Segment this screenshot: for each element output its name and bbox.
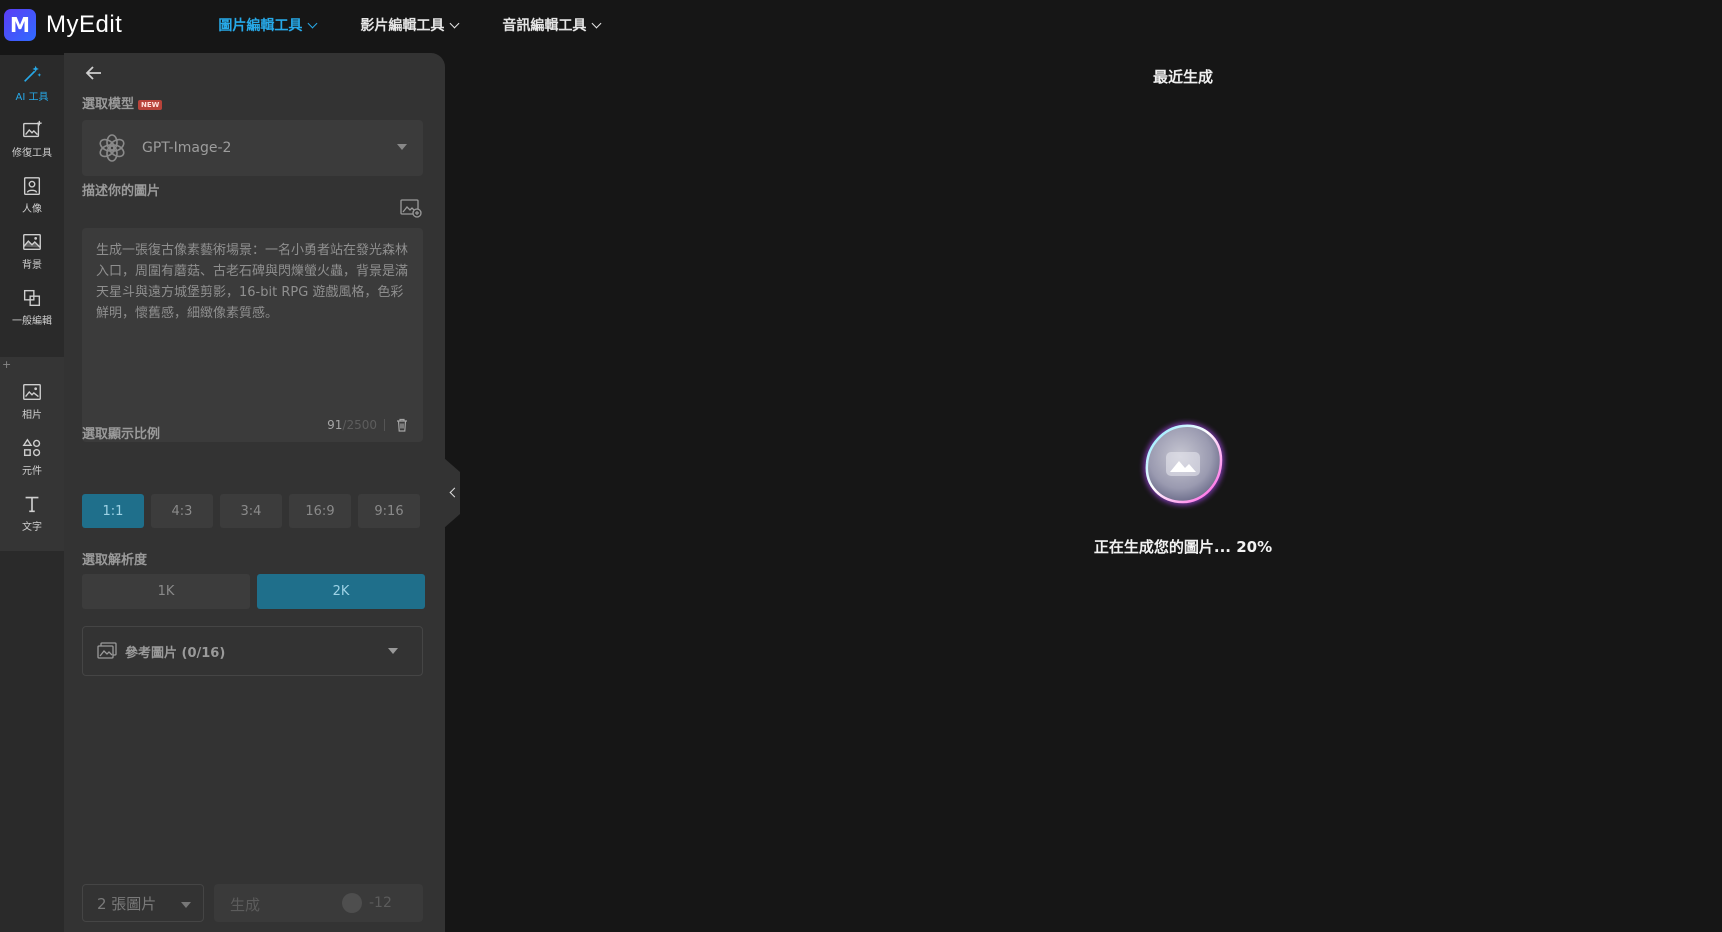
background-icon bbox=[23, 233, 41, 251]
rail-item-ai-tools[interactable]: AI 工具 bbox=[0, 55, 64, 111]
rail-item-background[interactable]: 背景 bbox=[0, 223, 64, 279]
settings-panel: 選取模型 NEW GPT-Image-2 描述你的圖片 生成一張復古像素藝術場景：… bbox=[64, 53, 445, 932]
text-icon bbox=[25, 496, 39, 513]
rail-label-general-edit: 一般編輯 bbox=[12, 316, 52, 327]
ratio-3-4-button[interactable]: 3:4 bbox=[220, 494, 282, 528]
shapes-icon bbox=[22, 438, 41, 457]
nav-image-tools-label: 圖片編輯工具 bbox=[218, 18, 303, 34]
resolution-1k-button[interactable]: 1K bbox=[82, 574, 250, 609]
image-repair-icon bbox=[23, 120, 42, 138]
rail-label-ai-tools: AI 工具 bbox=[15, 92, 49, 103]
resolution-section-title: 選取解析度 bbox=[82, 553, 148, 568]
rail-plus-marker: + bbox=[2, 358, 12, 371]
portrait-icon bbox=[23, 177, 41, 195]
ratio-9-16-button[interactable]: 9:16 bbox=[358, 494, 420, 528]
caret-down-icon bbox=[388, 648, 398, 654]
generating-image-icon bbox=[1144, 423, 1224, 505]
nav-video-tools-label: 影片編輯工具 bbox=[360, 18, 445, 34]
prompt-section-title: 描述你的圖片 bbox=[82, 184, 161, 199]
caret-down-icon bbox=[181, 902, 191, 908]
gallery-icon bbox=[97, 642, 117, 659]
credit-coin-icon bbox=[342, 893, 362, 913]
nav-image-tools[interactable]: 圖片編輯工具 bbox=[218, 15, 318, 35]
char-count-value: 91 bbox=[327, 418, 343, 432]
myedit-logo-icon: M bbox=[4, 9, 36, 41]
rail-label-background: 背景 bbox=[22, 260, 42, 271]
rail-item-general-edit[interactable]: 一般編輯 bbox=[0, 279, 64, 335]
reference-images-dropdown[interactable]: 參考圖片 (0/16) bbox=[82, 626, 423, 676]
crop-icon bbox=[23, 289, 41, 307]
model-dropdown[interactable]: GPT-Image-2 bbox=[82, 120, 423, 176]
nav-audio-tools-label: 音訊編輯工具 bbox=[502, 18, 587, 34]
model-section-label: 選取模型 bbox=[82, 97, 135, 112]
model-name: GPT-Image-2 bbox=[142, 140, 232, 156]
ratio-16-9-button[interactable]: 16:9 bbox=[289, 494, 351, 528]
credit-cost: -12 bbox=[369, 895, 392, 911]
image-count-label: 2 張圖片 bbox=[97, 894, 157, 913]
nav-audio-tools[interactable]: 音訊編輯工具 bbox=[502, 15, 602, 35]
rail-item-repair[interactable]: 修復工具 bbox=[0, 111, 64, 167]
tool-rail: + AI 工具 修復工具 人像 背景 一般編輯 相片 元件 文字 bbox=[0, 55, 64, 932]
back-arrow-icon[interactable] bbox=[84, 63, 104, 83]
top-navbar: M MyEdit 圖片編輯工具 影片編輯工具 音訊編輯工具 bbox=[0, 0, 1722, 50]
char-count-max: /2500 bbox=[342, 418, 377, 432]
recent-generations-title: 最近生成 bbox=[1152, 68, 1213, 86]
rail-item-photo[interactable]: 相片 bbox=[0, 373, 64, 429]
app-logo[interactable]: M MyEdit bbox=[4, 9, 122, 41]
resolution-2k-button[interactable]: 2K bbox=[257, 574, 425, 609]
resolution-options: 1K 2K bbox=[82, 574, 425, 609]
generate-label: 生成 bbox=[230, 896, 261, 914]
rail-label-repair: 修復工具 bbox=[12, 148, 52, 159]
image-count-dropdown[interactable]: 2 張圖片 bbox=[82, 884, 204, 922]
reference-images-label: 參考圖片 (0/16) bbox=[125, 645, 226, 661]
prompt-textarea[interactable]: 生成一張復古像素藝術場景：一名小勇者站在發光森林入口，周圍有蘑菇、古老石碑與閃爍… bbox=[82, 228, 423, 442]
counter-divider bbox=[384, 419, 385, 431]
prompt-text: 生成一張復古像素藝術場景：一名小勇者站在發光森林入口，周圍有蘑菇、古老石碑與閃爍… bbox=[96, 243, 409, 321]
char-counter: 91/2500 bbox=[327, 418, 377, 432]
generation-progress-text: 正在生成您的圖片... 20% bbox=[1093, 538, 1273, 556]
rail-label-elements: 元件 bbox=[22, 466, 42, 477]
new-badge: NEW bbox=[138, 99, 163, 110]
trash-icon[interactable] bbox=[395, 418, 409, 432]
photo-icon bbox=[23, 383, 41, 401]
rail-label-photo: 相片 bbox=[22, 410, 42, 421]
chevron-down-icon bbox=[591, 18, 602, 28]
rail-item-elements[interactable]: 元件 bbox=[0, 429, 64, 485]
magic-wand-icon bbox=[24, 65, 42, 82]
ratio-4-3-button[interactable]: 4:3 bbox=[151, 494, 213, 528]
ratio-1-1-button[interactable]: 1:1 bbox=[82, 494, 144, 528]
rail-label-text: 文字 bbox=[22, 522, 42, 533]
chevron-down-icon bbox=[307, 18, 318, 28]
app-name: MyEdit bbox=[46, 11, 123, 38]
chevron-down-icon bbox=[449, 18, 460, 28]
main-nav: 圖片編輯工具 影片編輯工具 音訊編輯工具 bbox=[218, 15, 644, 35]
rail-item-text[interactable]: 文字 bbox=[0, 485, 64, 541]
rail-label-portrait: 人像 bbox=[22, 204, 42, 215]
ratio-section-title: 選取顯示比例 bbox=[82, 427, 161, 442]
caret-down-icon bbox=[397, 144, 407, 150]
generate-button[interactable]: 生成 -12 bbox=[214, 884, 423, 922]
nav-video-tools[interactable]: 影片編輯工具 bbox=[360, 15, 460, 35]
ratio-options: 1:1 4:3 3:4 16:9 9:16 bbox=[82, 494, 420, 528]
model-section-title: 選取模型 NEW bbox=[82, 93, 163, 112]
image-upload-icon[interactable] bbox=[400, 198, 422, 218]
openai-logo-icon bbox=[99, 134, 125, 162]
rail-item-portrait[interactable]: 人像 bbox=[0, 167, 64, 223]
